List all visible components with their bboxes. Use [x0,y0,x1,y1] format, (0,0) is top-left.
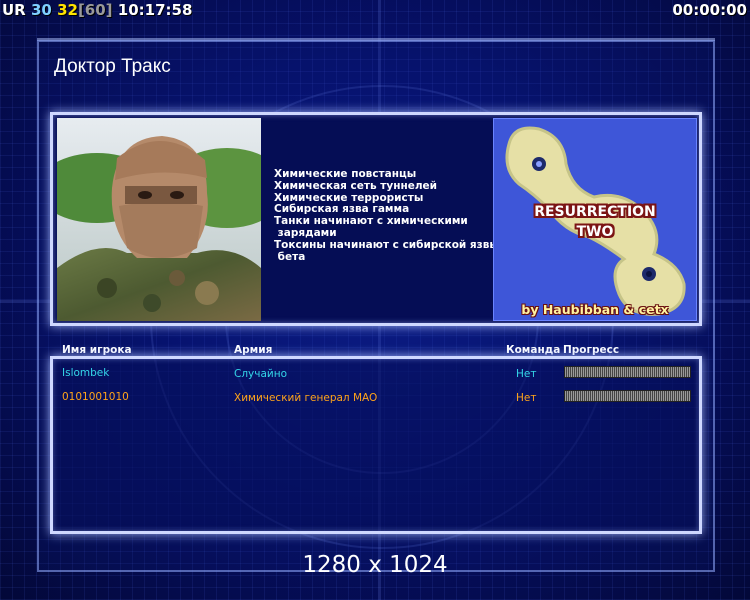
header-player-name: Имя игрока [62,344,132,356]
clock-time: 10:17:58 [117,1,193,19]
rule-line: зарядами [274,226,337,239]
portrait-image [57,118,261,321]
performance-hud: UR 30 32[60] 10:17:58 [2,1,192,19]
general-name-title: Доктор Тракс [54,56,171,77]
player-team: Нет [516,392,537,404]
map-preview: RESURRECTION TWO by Haubibban & cetx [493,118,697,321]
resolution-label: 1280 x 1024 [302,552,448,578]
player-army: Случайно [234,368,288,380]
general-portrait [57,118,261,321]
header-progress: Прогресс [563,344,620,356]
game-timer: 00:00:00 [672,1,747,19]
player-army: Химический генерал MAO [234,392,378,404]
header-army: Армия [234,344,273,356]
player-progress-bar [564,390,691,402]
fps-cap-value: [60] [77,1,113,19]
fps-value: 30 [30,1,52,19]
player-progress-bar [564,366,691,378]
map-credit: by Haubibban & cetx [521,302,669,317]
map-name-line1: RESURRECTION [534,204,656,220]
rule-line: Химическая сеть туннелей [274,179,438,192]
player-list-panel [50,356,702,534]
rule-line: бета [274,250,306,263]
ur-label: UR [2,1,26,19]
fps-current-value: 32 [57,1,78,19]
player-name: 0101001010 [62,391,129,403]
rule-line: Токсины начинают с сибирской язвы [274,238,499,251]
header-team: Команда [506,344,561,356]
player-name: Islombek [62,367,110,379]
player-team: Нет [516,368,537,380]
general-rules-list: Химические повстанцы Химическая сеть тун… [274,168,499,263]
map-name-line2: TWO [576,224,614,240]
